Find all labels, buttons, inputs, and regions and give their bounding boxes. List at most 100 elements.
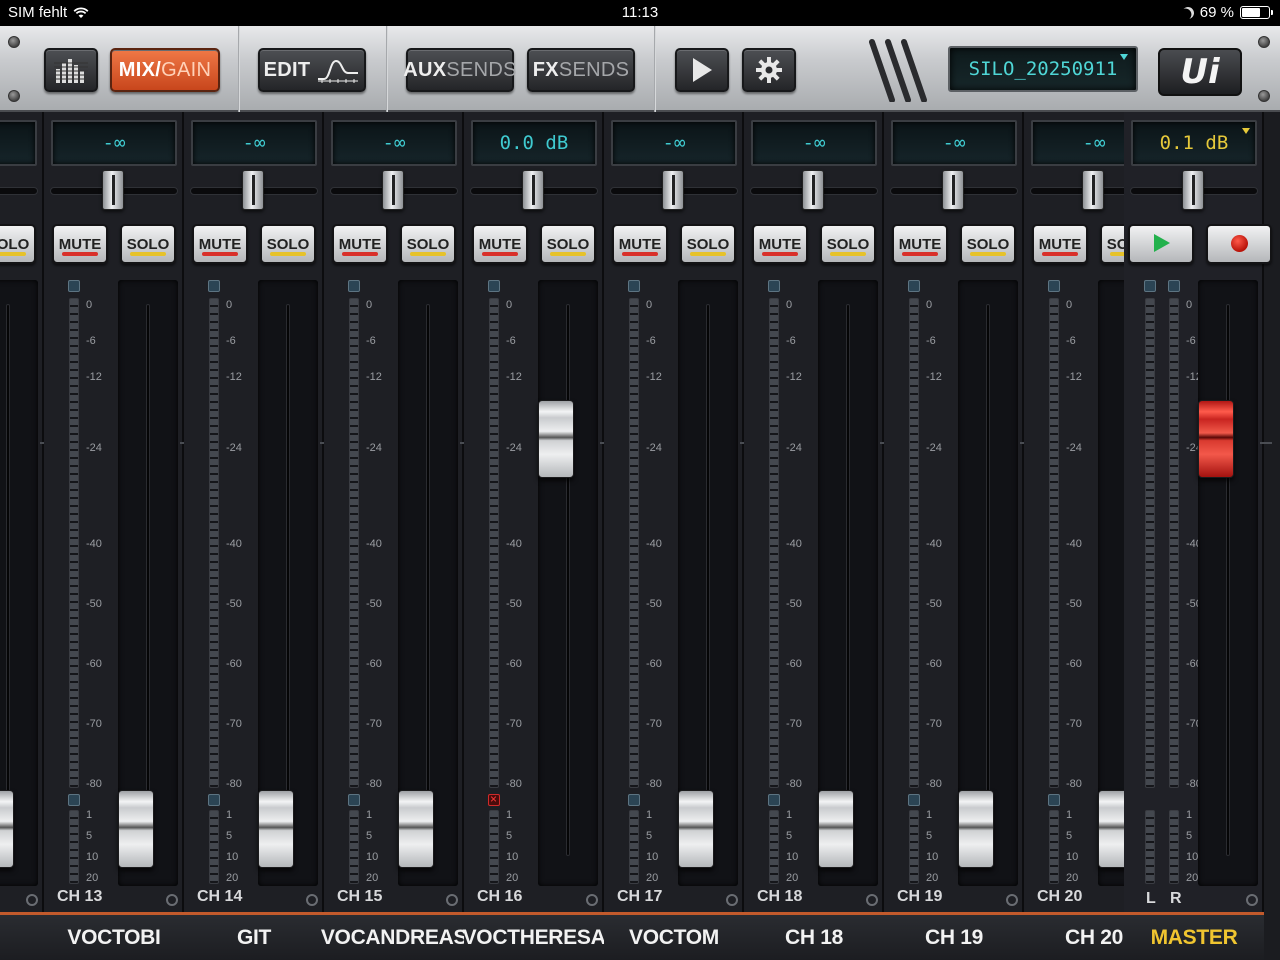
- mute-button[interactable]: MUTE: [192, 224, 248, 264]
- solo-button[interactable]: SOLO: [120, 224, 176, 264]
- show-name: SILO_20250911: [968, 58, 1118, 80]
- fader-knob[interactable]: [958, 790, 994, 868]
- link-icon[interactable]: [1246, 894, 1258, 906]
- fader-knob[interactable]: [118, 790, 154, 868]
- meter-scale-label: -24: [786, 442, 802, 454]
- channel-strip: 0.0 dB MUTE SOLO CH 16 0 -6 -12 -24 -40 -50 -60 -70…: [463, 112, 612, 960]
- peak-indicator: [348, 794, 360, 806]
- meter-scale-label: -24: [86, 442, 102, 454]
- channel-name[interactable]: [0, 912, 44, 960]
- level-meter: [769, 298, 779, 788]
- gain-display[interactable]: 0.0 dB: [471, 120, 597, 166]
- solo-button[interactable]: SOLO: [820, 224, 876, 264]
- fader-knob[interactable]: [258, 790, 294, 868]
- mute-button[interactable]: MUTE: [332, 224, 388, 264]
- ui-logo-button[interactable]: Ui: [1158, 48, 1242, 96]
- mute-button[interactable]: MUTE: [472, 224, 528, 264]
- link-icon[interactable]: [166, 894, 178, 906]
- fader-track[interactable]: [1198, 280, 1258, 886]
- gain-display[interactable]: -∞: [891, 120, 1017, 166]
- fader-track[interactable]: [538, 280, 598, 886]
- pan-knob[interactable]: [942, 170, 964, 210]
- pan-knob[interactable]: [802, 170, 824, 210]
- solo-button[interactable]: SOLO: [960, 224, 1016, 264]
- aux-sends-button[interactable]: AUX SENDS: [403, 48, 516, 92]
- meter-scale-label: -70: [506, 718, 522, 730]
- link-icon[interactable]: [26, 894, 38, 906]
- link-icon[interactable]: [446, 894, 458, 906]
- gain-display[interactable]: -∞: [191, 120, 317, 166]
- channel-name[interactable]: CH 18: [744, 912, 884, 960]
- fader-knob[interactable]: [0, 790, 14, 868]
- solo-button[interactable]: SOLO: [260, 224, 316, 264]
- solo-button[interactable]: SOLO: [540, 224, 596, 264]
- gain-display[interactable]: 0.1 dB: [1131, 120, 1257, 166]
- gain-display[interactable]: -∞: [751, 120, 877, 166]
- gain-display[interactable]: -∞: [51, 120, 177, 166]
- pan-knob[interactable]: [1082, 170, 1104, 210]
- meters-button[interactable]: [44, 48, 98, 92]
- meter-scale-label: 1: [226, 809, 233, 821]
- solo-button[interactable]: SOLO: [680, 224, 736, 264]
- mute-button[interactable]: MUTE: [52, 224, 108, 264]
- solo-button[interactable]: SOLO: [400, 224, 456, 264]
- meter-scale-label: 1: [926, 809, 933, 821]
- meter-scale-label: -12: [366, 371, 382, 383]
- show-name-display[interactable]: SILO_20250911: [948, 46, 1138, 92]
- master-play-button[interactable]: [1128, 224, 1194, 264]
- channel-name[interactable]: VOCTOM: [604, 912, 744, 960]
- gain-display[interactable]: -∞: [611, 120, 737, 166]
- fader-knob[interactable]: [818, 790, 854, 868]
- meter-scale-label: 5: [786, 830, 793, 842]
- master-record-button[interactable]: [1206, 224, 1272, 264]
- pan-knob[interactable]: [1182, 170, 1204, 210]
- edit-button[interactable]: EDIT: [258, 48, 366, 92]
- fader-knob[interactable]: [538, 400, 574, 478]
- meter-scale-label: -6: [506, 335, 516, 347]
- mute-button[interactable]: MUTE: [1032, 224, 1088, 264]
- fader-knob[interactable]: [398, 790, 434, 868]
- pan-knob[interactable]: [662, 170, 684, 210]
- dropdown-icon: [1242, 128, 1250, 134]
- pan-knob[interactable]: [382, 170, 404, 210]
- channel-name[interactable]: VOCTOBI: [44, 912, 184, 960]
- channel-name[interactable]: GIT: [184, 912, 324, 960]
- settings-button[interactable]: [742, 48, 796, 92]
- channel-name[interactable]: MASTER: [1124, 912, 1264, 960]
- channel-name[interactable]: CH 19: [884, 912, 1024, 960]
- link-icon[interactable]: [586, 894, 598, 906]
- gain-display[interactable]: -∞: [0, 120, 37, 166]
- solo-button[interactable]: SOLO: [0, 224, 36, 264]
- mute-button[interactable]: MUTE: [752, 224, 808, 264]
- link-icon[interactable]: [866, 894, 878, 906]
- meter-scale-label: -6: [786, 335, 796, 347]
- mix-gain-button[interactable]: MIX/GAIN: [110, 48, 220, 92]
- mute-button[interactable]: MUTE: [892, 224, 948, 264]
- play-button[interactable]: [675, 48, 729, 92]
- fx-sends-button[interactable]: FX SENDS: [527, 48, 635, 92]
- mute-button[interactable]: MUTE: [612, 224, 668, 264]
- channel-name[interactable]: VOCTHERESA: [463, 912, 606, 960]
- channel-name[interactable]: VOCANDREAS: [321, 912, 467, 960]
- channel-id: CH 16: [477, 888, 523, 905]
- meter-scale-label: -50: [786, 598, 802, 610]
- meter-scale-label: -50: [1066, 598, 1082, 610]
- pan-knob[interactable]: [102, 170, 124, 210]
- meter-scale-label: -60: [366, 658, 382, 670]
- meter-scale-label: 1: [86, 809, 93, 821]
- pan-knob[interactable]: [522, 170, 544, 210]
- fader-knob[interactable]: [1198, 400, 1234, 478]
- meters-icon: [54, 59, 88, 83]
- link-icon[interactable]: [726, 894, 738, 906]
- toolbar: MIX/GAIN EDIT AUX SENDS FX SENDS SILO_20…: [0, 26, 1280, 112]
- toolbar-divider: [238, 26, 240, 112]
- meter-scale-label: 20: [86, 872, 99, 884]
- gain-display[interactable]: -∞: [331, 120, 457, 166]
- pan-knob[interactable]: [242, 170, 264, 210]
- meter-scale-label: -80: [786, 778, 802, 790]
- meter-scale-label: 10: [1186, 851, 1199, 863]
- link-icon[interactable]: [1006, 894, 1018, 906]
- fader-knob[interactable]: [678, 790, 714, 868]
- pan-slider[interactable]: [0, 187, 38, 195]
- link-icon[interactable]: [306, 894, 318, 906]
